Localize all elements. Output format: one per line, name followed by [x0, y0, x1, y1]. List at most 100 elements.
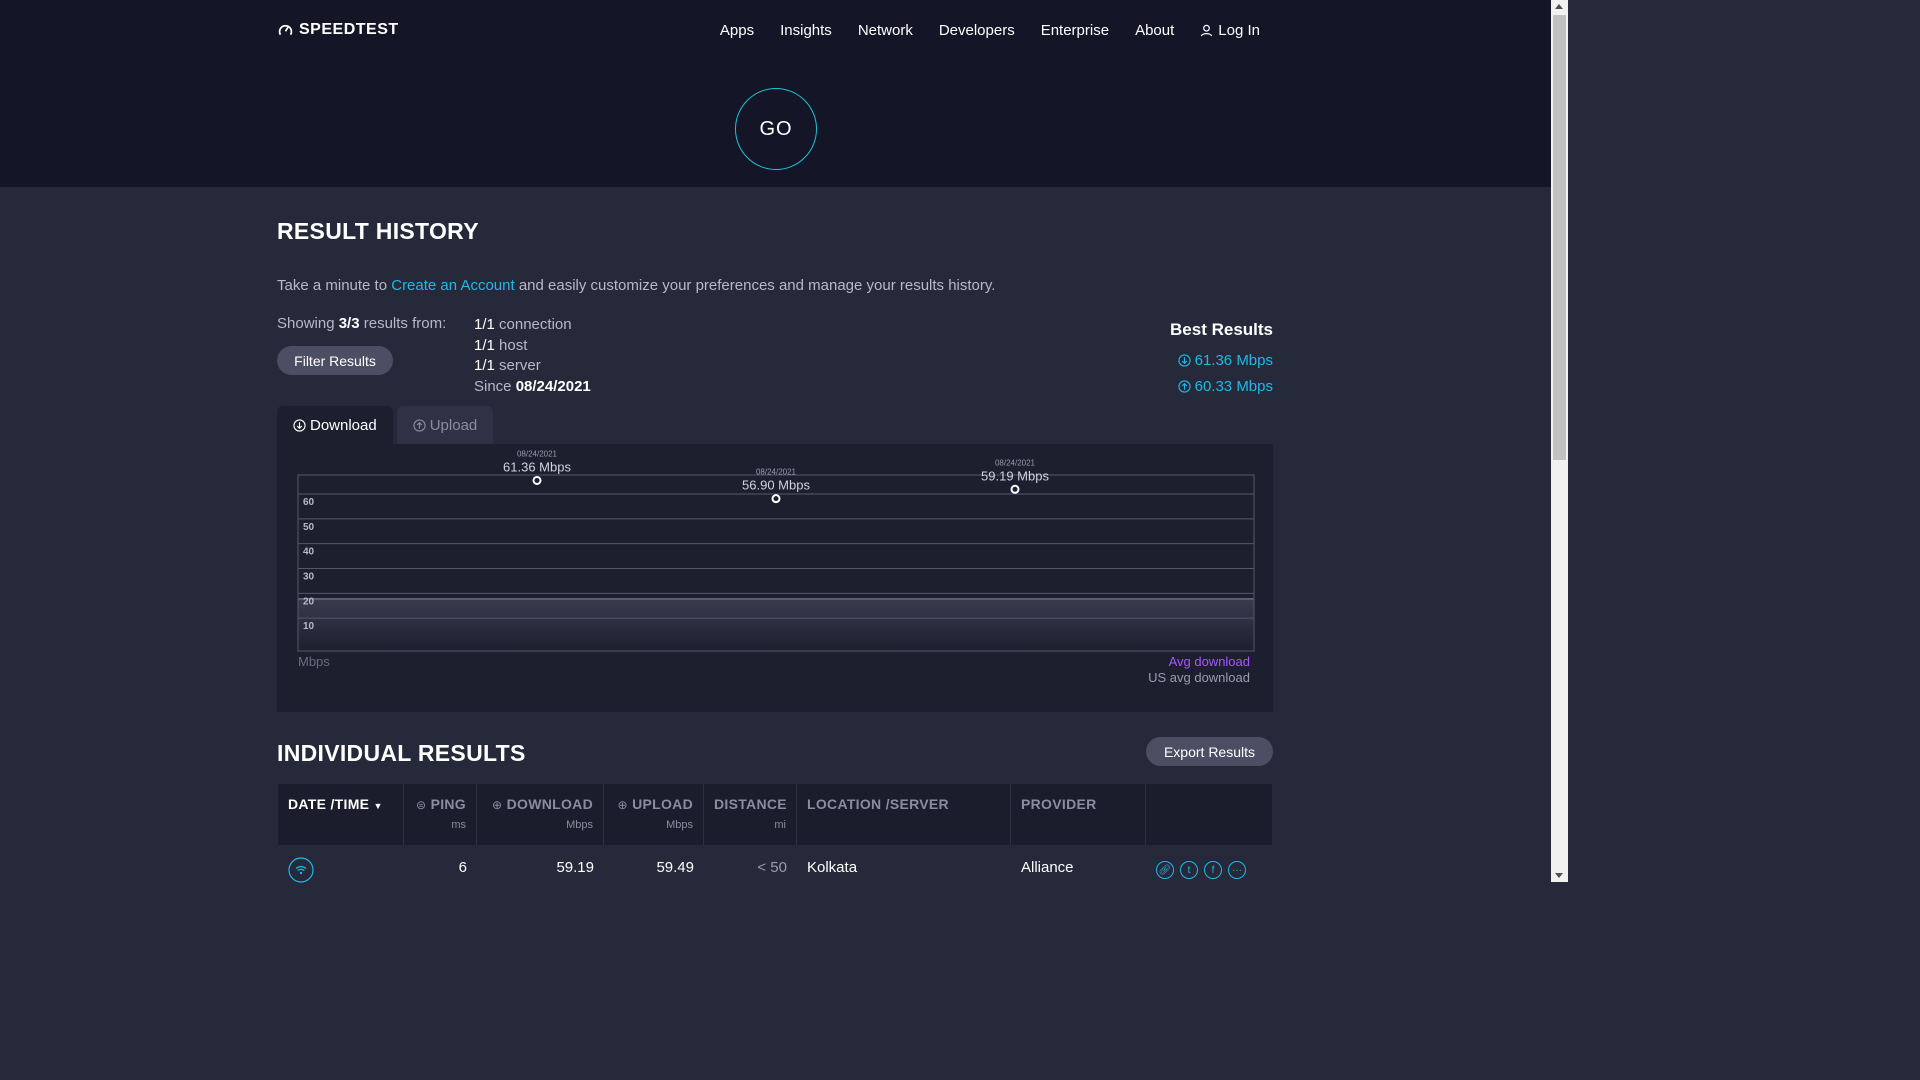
upload-cell: 59.49 — [656, 859, 694, 876]
meta-label: server — [494, 357, 541, 374]
nav-network[interactable]: Network — [858, 22, 913, 39]
chart-svg: 60504030201008/24/202161.36 Mbps 08/24/20… — [297, 449, 1255, 685]
nav-apps[interactable]: Apps — [720, 22, 754, 39]
twitter-icon[interactable]: t — [1180, 861, 1198, 879]
col-label: LOCATION /SERVER — [807, 796, 949, 812]
intro-before: Take a minute to — [277, 277, 392, 294]
ping-icon: ⊜ — [416, 798, 427, 812]
showing-text: Showing 3/3 results from: — [277, 315, 446, 332]
download-icon — [1177, 354, 1191, 367]
col-provider[interactable]: PROVIDER — [1011, 784, 1146, 845]
speedometer-icon — [278, 24, 293, 35]
meta-value: 1/1 — [474, 316, 495, 333]
tab-upload[interactable]: Upload — [396, 406, 494, 444]
meta-value: 1/1 — [474, 336, 495, 354]
showing-count: 3/3 — [338, 315, 360, 332]
individual-results-title: INDIVIDUAL RESULTS — [277, 740, 526, 766]
point-value-label: 61.36 Mbps — [503, 459, 571, 474]
point-value-label: 59.19 Mbps — [981, 468, 1049, 483]
top-header: SPEEDTEST Apps Insights Network Develope… — [0, 0, 1551, 187]
best-upload: 60.33 Mbps — [1170, 378, 1273, 395]
filter-meta: 1/1 connection 1/1 host 1/1 server Since… — [474, 315, 591, 397]
data-point — [771, 494, 781, 504]
link-icon[interactable]: 🔗︎ — [1156, 861, 1174, 879]
user-icon — [1201, 24, 1213, 37]
create-account-link[interactable]: Create an Account — [391, 277, 514, 294]
y-axis-unit: Mbps — [298, 654, 330, 669]
since-label: Since — [474, 377, 516, 395]
tab-upload-label: Upload — [429, 416, 478, 434]
col-upload[interactable]: ⊕ UPLOAD Mbps — [604, 784, 704, 845]
download-icon: ⊕ — [492, 798, 503, 812]
result-history-title: RESULT HISTORY — [277, 218, 479, 244]
col-ping[interactable]: ⊜ PING ms — [404, 784, 477, 845]
nav-enterprise[interactable]: Enterprise — [1041, 22, 1109, 39]
col-location[interactable]: LOCATION /SERVER — [797, 784, 1011, 845]
meta-since: Since 08/24/2021 — [474, 377, 591, 398]
col-unit: Mbps — [566, 819, 593, 831]
best-results: Best Results 61.36 Mbps 60.33 Mbps — [1170, 320, 1273, 404]
col-unit: ms — [451, 819, 466, 831]
ping-cell: 6 — [458, 859, 467, 876]
go-button[interactable]: GO — [735, 88, 817, 170]
y-tick-label: 30 — [303, 572, 315, 583]
download-icon — [293, 418, 306, 432]
col-label: DOWNLOAD — [506, 796, 593, 812]
nav-about[interactable]: About — [1135, 22, 1174, 39]
table-row[interactable]: 6 59.19 59.49 < 50 Kolkata Alliance 🔗︎ t… — [278, 845, 1272, 885]
legend-us-avg-download: US avg download — [1148, 670, 1250, 685]
col-label: DISTANCE — [714, 796, 787, 812]
col-download[interactable]: ⊕ DOWNLOAD Mbps — [477, 784, 604, 845]
y-tick-label: 50 — [303, 522, 315, 533]
intro-after: and easily customize your preferences an… — [514, 277, 996, 294]
location-cell: Kolkata — [807, 859, 858, 876]
nav-developers[interactable]: Developers — [939, 22, 1015, 39]
speedtest-logo[interactable]: SPEEDTEST — [277, 21, 399, 39]
upload-icon — [413, 418, 426, 432]
filter-results-button[interactable]: Filter Results — [277, 346, 393, 375]
col-label: PROVIDER — [1021, 796, 1097, 812]
meta-value: 1/1 — [474, 357, 495, 374]
sort-desc-icon: ▼ — [373, 801, 383, 811]
provider-cell: Alliance — [1021, 859, 1074, 876]
best-results-title: Best Results — [1170, 320, 1273, 339]
point-date-label: 08/24/2021 — [756, 468, 797, 477]
meta-connection: 1/1 connection — [474, 315, 591, 336]
more-icon[interactable]: ··· — [1228, 861, 1246, 879]
download-cell: 59.19 — [556, 859, 594, 876]
best-upload-value: 60.33 Mbps — [1194, 378, 1273, 395]
connection-cell — [278, 845, 404, 885]
distance-cell: < 50 — [757, 859, 787, 876]
nav-insights[interactable]: Insights — [780, 22, 832, 39]
page-scrollbar[interactable] — [1551, 0, 1568, 882]
legend-avg-download: Avg download — [1169, 654, 1250, 669]
point-value-label: 56.90 Mbps — [742, 478, 810, 493]
data-point — [532, 475, 542, 485]
y-tick-label: 40 — [303, 547, 315, 558]
us-avg-band — [298, 598, 1254, 651]
scroll-up-icon[interactable] — [1555, 4, 1563, 9]
chart-tabs: Download Upload — [277, 406, 494, 444]
best-download-value: 61.36 Mbps — [1194, 352, 1273, 369]
login-link[interactable]: Log In — [1200, 22, 1260, 39]
login-label: Log In — [1218, 22, 1260, 39]
col-label: PING — [430, 796, 466, 812]
point-date-label: 08/24/2021 — [517, 449, 558, 458]
download-chart: 60 50 40 30 20 10 08/24/2021 61.36 Mbps 08/24/20… — [277, 444, 1273, 712]
upload-icon — [1177, 380, 1191, 393]
tab-download[interactable]: Download — [277, 406, 393, 444]
intro-text: Take a minute to Create an Account and e… — [277, 277, 995, 294]
col-label: DATE /TIME — [288, 796, 370, 812]
export-results-button[interactable]: Export Results — [1146, 737, 1273, 766]
best-download: 61.36 Mbps — [1170, 352, 1273, 369]
col-label: UPLOAD — [632, 796, 693, 812]
col-unit: mi — [774, 819, 786, 831]
col-date-time[interactable]: DATE /TIME ▼ — [278, 784, 404, 845]
scroll-down-icon[interactable] — [1555, 873, 1563, 878]
col-distance[interactable]: DISTANCE mi — [704, 784, 797, 845]
meta-server: 1/1 server — [474, 356, 591, 377]
facebook-icon[interactable]: f — [1204, 861, 1222, 879]
col-actions — [1146, 784, 1272, 845]
scroll-thumb[interactable] — [1553, 15, 1566, 460]
results-table: DATE /TIME ▼ ⊜ PING ms ⊕ DOWNLOAD Mbps ⊕ U… — [278, 784, 1272, 885]
